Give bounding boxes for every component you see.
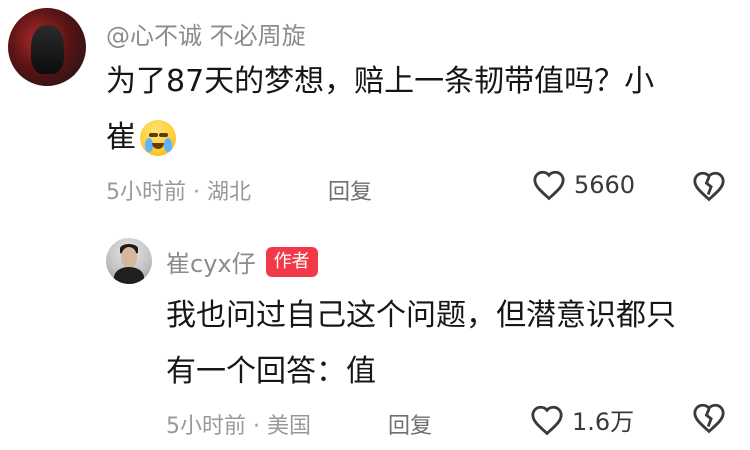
comment-text: 为了87天的梦想，赔上一条韧带值吗？小 崔 [106,54,736,166]
comment-reply-button[interactable]: 回复 [328,174,372,206]
comment-text-line-2: 崔 [106,120,136,155]
reply-text-line-1: 我也问过自己这个问题，但潜意识都只 [166,298,676,333]
author-avatar[interactable] [106,238,152,284]
reply-text-line-2: 有一个回答：值 [166,354,376,389]
heart-icon [532,169,566,201]
reply-time-location: 5小时前 · 美国 [166,414,311,439]
reply-text: 我也问过自己这个问题，但潜意识都只 有一个回答：值 [166,288,736,400]
commenter-username[interactable]: @心不诚 不必周旋 [106,16,306,51]
reply-like-button[interactable]: 1.6万 [530,402,634,437]
author-badge: 作者 [265,246,318,277]
broken-heart-icon [692,402,726,434]
reply-dislike-button[interactable] [692,402,726,434]
comment-like-count: 5660 [574,171,636,199]
comment-dislike-button[interactable] [692,170,726,202]
author-username-row: 崔cyx仔 作者 [166,244,318,279]
author-username[interactable]: 崔cyx仔 [166,244,256,279]
comment-text-line-1: 为了87天的梦想，赔上一条韧带值吗？小 [106,64,655,99]
reply-like-count: 1.6万 [572,408,635,436]
comment-time-location: 5小时前 · 湖北 [106,180,251,205]
comment-like-button[interactable]: 5660 [532,169,635,201]
broken-heart-icon [692,170,726,202]
commenter-avatar[interactable] [8,8,86,86]
heart-icon [530,404,564,436]
reply-reply-button[interactable]: 回复 [388,408,432,440]
crying-face-emoji-icon [140,120,176,156]
